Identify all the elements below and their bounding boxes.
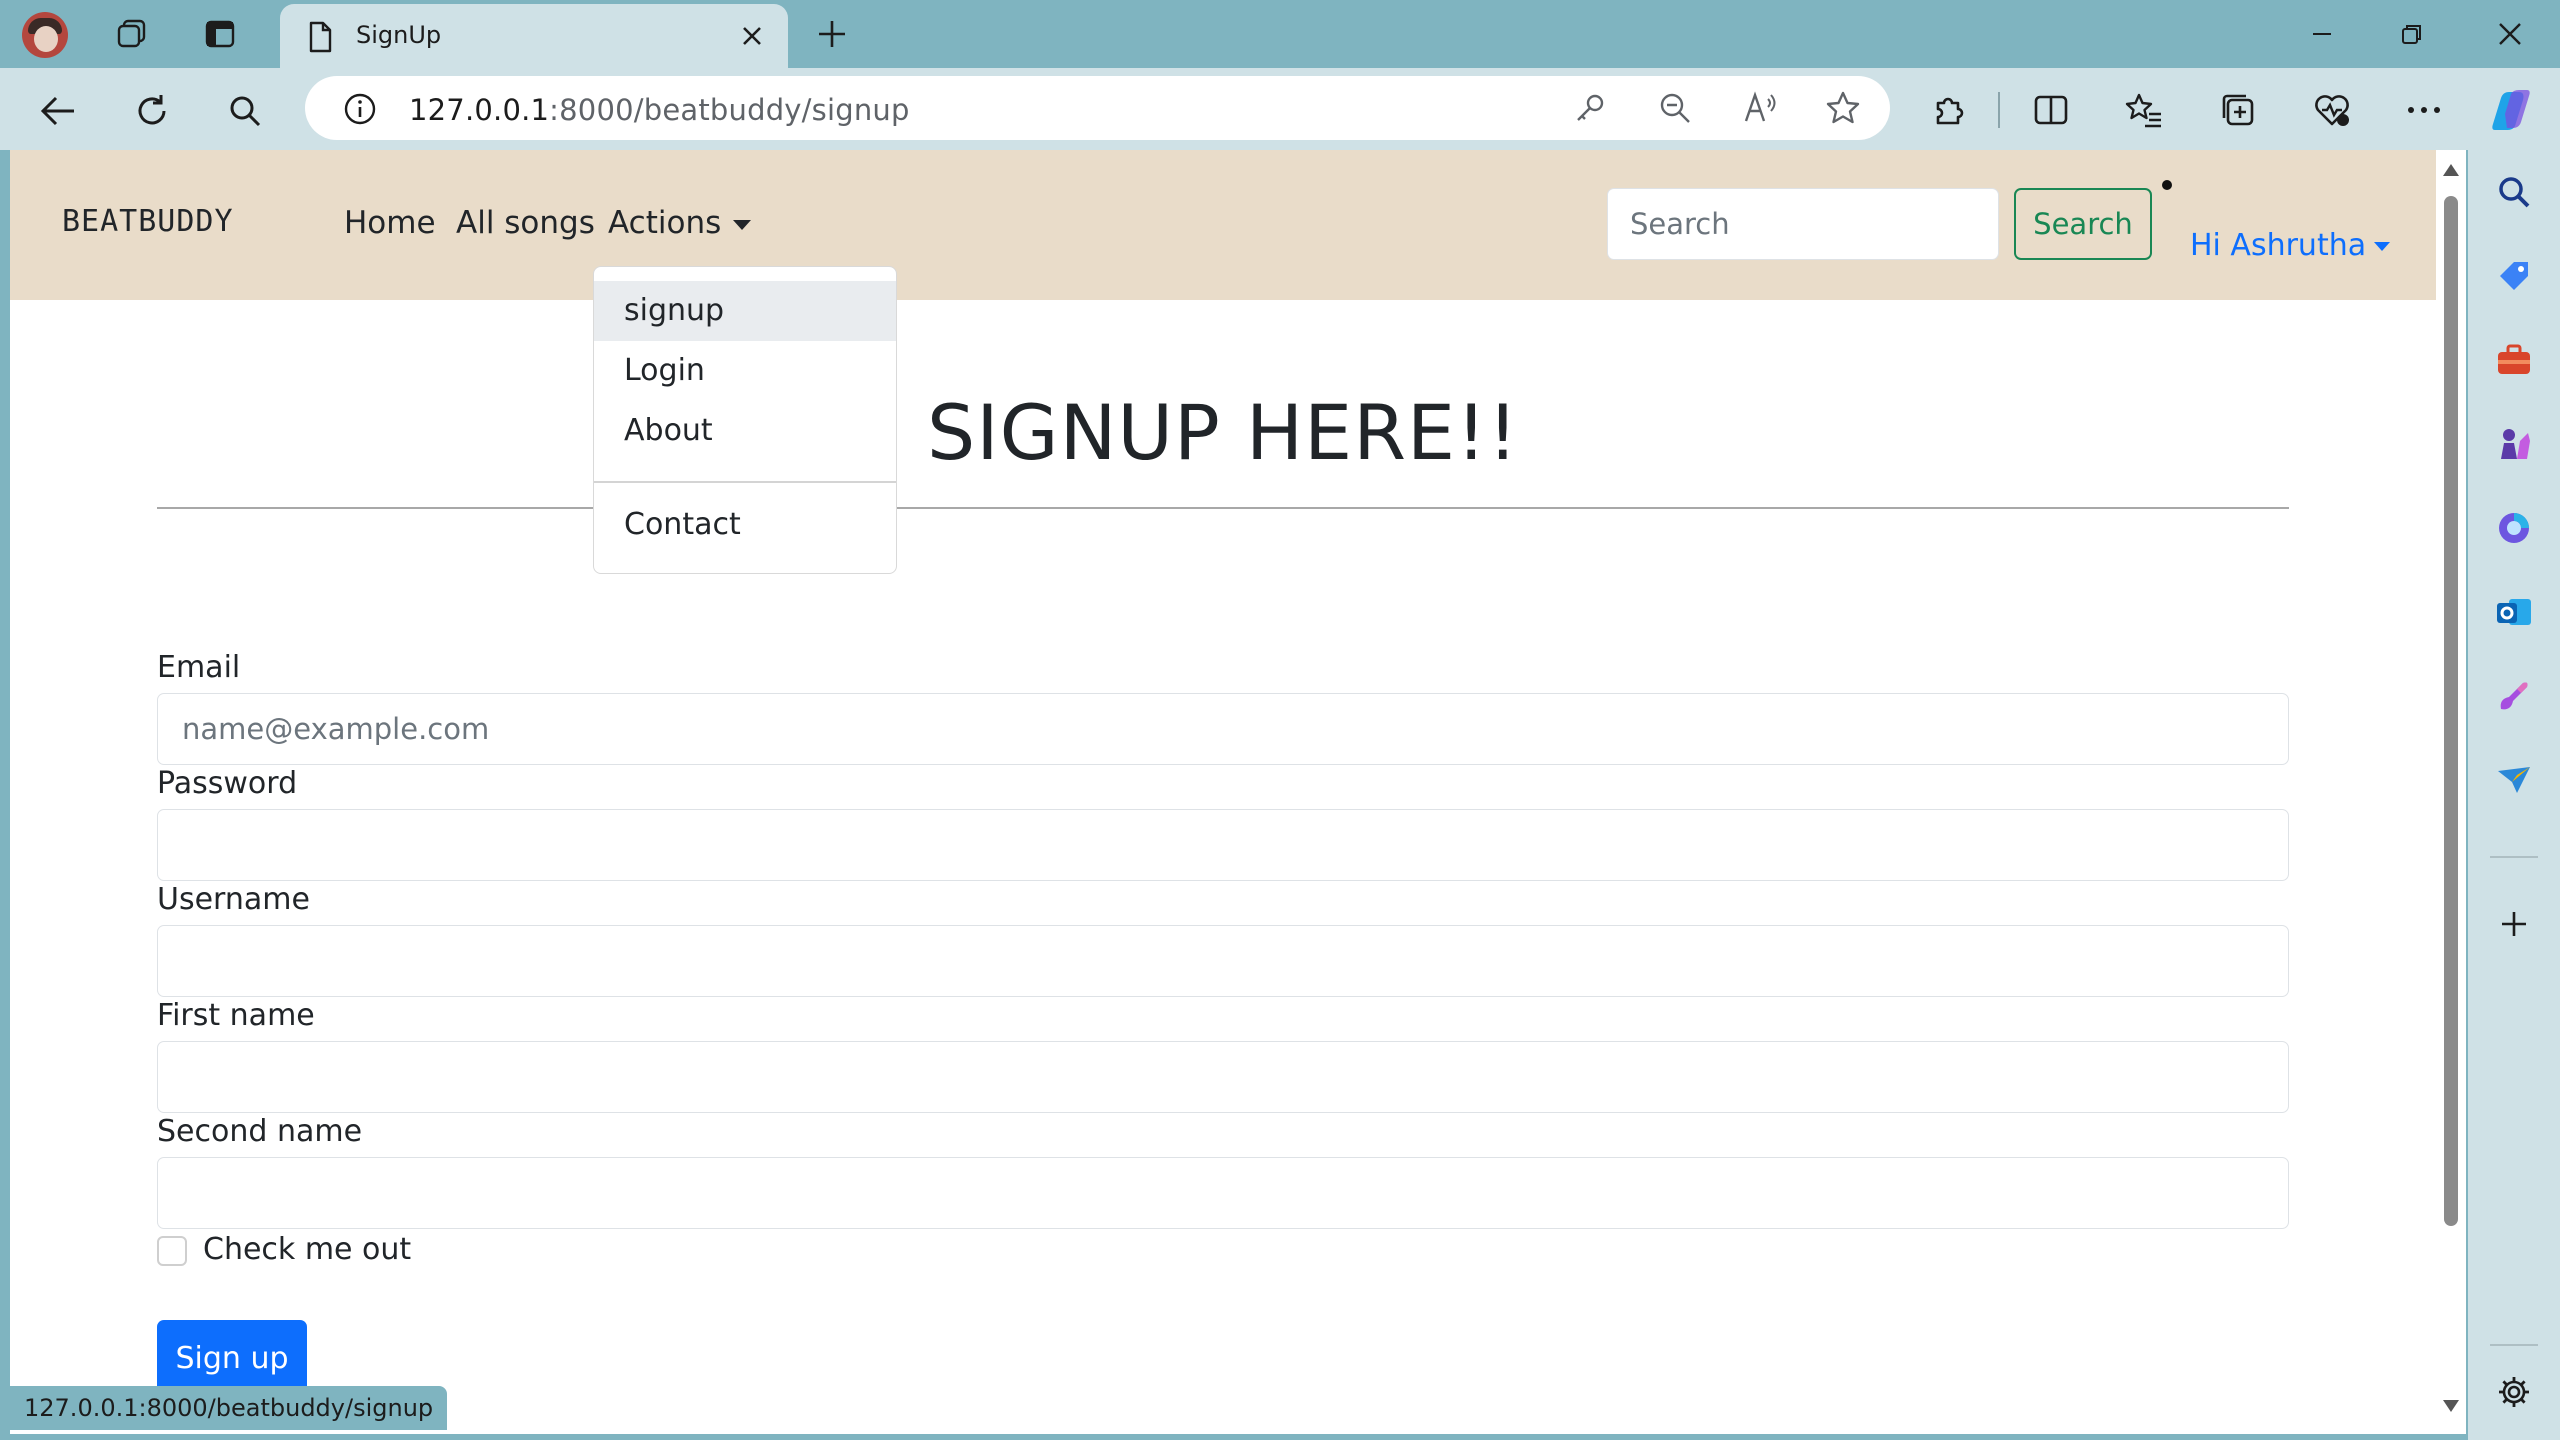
- outlook-icon[interactable]: [2492, 590, 2536, 634]
- new-tab-icon[interactable]: [800, 10, 864, 58]
- page-scrollbar[interactable]: [2436, 150, 2466, 1434]
- sidebar-divider: [2490, 856, 2538, 858]
- first-name-field[interactable]: [157, 1041, 2289, 1113]
- second-name-field[interactable]: [157, 1157, 2289, 1229]
- refresh-icon[interactable]: [126, 85, 178, 137]
- checkbox-label: Check me out: [203, 1232, 412, 1267]
- site-navbar: BEATBUDDY Home All songs Actions Search …: [10, 150, 2436, 300]
- sidebar-divider: [2490, 1344, 2538, 1346]
- close-tab-icon[interactable]: [728, 12, 776, 60]
- status-bar-url: 127.0.0.1:8000/beatbuddy/signup: [10, 1386, 448, 1430]
- add-sidebar-app-icon[interactable]: [2492, 902, 2536, 946]
- nav-all-songs[interactable]: All songs: [456, 205, 595, 241]
- sidebar-search-icon[interactable]: [2492, 170, 2536, 214]
- tab-actions-icon[interactable]: [188, 10, 252, 58]
- back-icon[interactable]: [32, 85, 84, 137]
- nav-actions-label: Actions: [608, 205, 722, 241]
- minimize-icon[interactable]: [2290, 10, 2354, 58]
- nav-home[interactable]: Home: [344, 205, 436, 241]
- sidebar-settings-gear-icon[interactable]: [2492, 1370, 2536, 1414]
- split-screen-icon[interactable]: [2025, 84, 2077, 136]
- collections-icon[interactable]: [2212, 84, 2264, 136]
- check-me-out-checkbox[interactable]: [157, 1236, 187, 1266]
- caret-down-icon: [733, 219, 752, 230]
- dropdown-item-signup[interactable]: signup: [594, 281, 896, 341]
- favorite-star-icon[interactable]: [1823, 90, 1863, 126]
- key-icon[interactable]: [1570, 90, 1610, 126]
- dropdown-item-login[interactable]: Login: [594, 341, 896, 401]
- sign-up-button[interactable]: Sign up: [157, 1320, 307, 1396]
- username-label: Username: [157, 882, 310, 917]
- page-icon: [304, 20, 336, 58]
- shopping-tag-icon[interactable]: [2492, 254, 2536, 298]
- dropdown-item-about[interactable]: About: [594, 401, 896, 461]
- page-title: SIGNUP HERE!!: [927, 388, 1519, 477]
- password-field[interactable]: [157, 809, 2289, 881]
- copilot-app-icon[interactable]: [2492, 506, 2536, 550]
- indicator-dot: [2162, 180, 2172, 190]
- designer-icon[interactable]: [2492, 674, 2536, 718]
- first-name-label: First name: [157, 998, 315, 1033]
- browser-essentials-icon[interactable]: [2306, 84, 2358, 136]
- user-greeting: Hi Ashrutha: [2190, 228, 2367, 263]
- scrollbar-thumb[interactable]: [2444, 196, 2458, 1226]
- tab-signup[interactable]: SignUp: [280, 4, 788, 68]
- nav-actions-dropdown[interactable]: Actions: [608, 205, 752, 241]
- search-button[interactable]: Search: [2014, 188, 2152, 260]
- send-paper-plane-icon[interactable]: [2492, 758, 2536, 802]
- games-chess-icon[interactable]: [2492, 422, 2536, 466]
- tools-briefcase-icon[interactable]: [2492, 338, 2536, 382]
- search-input[interactable]: [1607, 188, 1999, 260]
- username-field[interactable]: [157, 925, 2289, 997]
- password-label: Password: [157, 766, 298, 801]
- heading-divider: [157, 507, 2289, 509]
- email-label: Email: [157, 650, 241, 685]
- profile-avatar[interactable]: [22, 12, 68, 58]
- tab-title: SignUp: [356, 21, 442, 49]
- edge-sidebar: [2468, 150, 2560, 1440]
- more-options-icon[interactable]: [2398, 84, 2450, 136]
- dropdown-item-contact[interactable]: Contact: [594, 495, 896, 555]
- user-menu-dropdown[interactable]: Hi Ashrutha: [2190, 228, 2391, 263]
- actions-dropdown-menu: signup Login About Contact: [593, 266, 897, 574]
- page-viewport: BEATBUDDY Home All songs Actions Search …: [10, 150, 2436, 1434]
- read-aloud-icon[interactable]: [1740, 90, 1780, 126]
- address-bar[interactable]: 127.0.0.1:8000/beatbuddy/signup: [305, 76, 1890, 140]
- extensions-icon[interactable]: [1922, 84, 1974, 136]
- scroll-down-arrow-icon[interactable]: [2443, 1400, 2459, 1412]
- brand-logo[interactable]: BEATBUDDY: [62, 204, 234, 239]
- site-info-icon[interactable]: [343, 92, 377, 130]
- scroll-up-arrow-icon[interactable]: [2443, 164, 2459, 176]
- toolbar-divider: [1998, 92, 2000, 128]
- copilot-icon[interactable]: [2485, 84, 2537, 136]
- workspaces-icon[interactable]: [100, 10, 164, 58]
- search-icon[interactable]: [219, 85, 271, 137]
- close-window-icon[interactable]: [2478, 10, 2542, 58]
- second-name-label: Second name: [157, 1114, 363, 1149]
- zoom-out-icon[interactable]: [1655, 90, 1695, 126]
- url-text[interactable]: 127.0.0.1:8000/beatbuddy/signup: [409, 93, 910, 127]
- favorites-icon[interactable]: [2118, 84, 2170, 136]
- email-field[interactable]: [157, 693, 2289, 765]
- caret-down-icon: [2374, 242, 2391, 251]
- browser-toolbar: 127.0.0.1:8000/beatbuddy/signup: [0, 68, 2560, 150]
- restore-icon[interactable]: [2380, 10, 2444, 58]
- dropdown-divider: [594, 481, 896, 483]
- browser-titlebar: SignUp: [0, 0, 2560, 68]
